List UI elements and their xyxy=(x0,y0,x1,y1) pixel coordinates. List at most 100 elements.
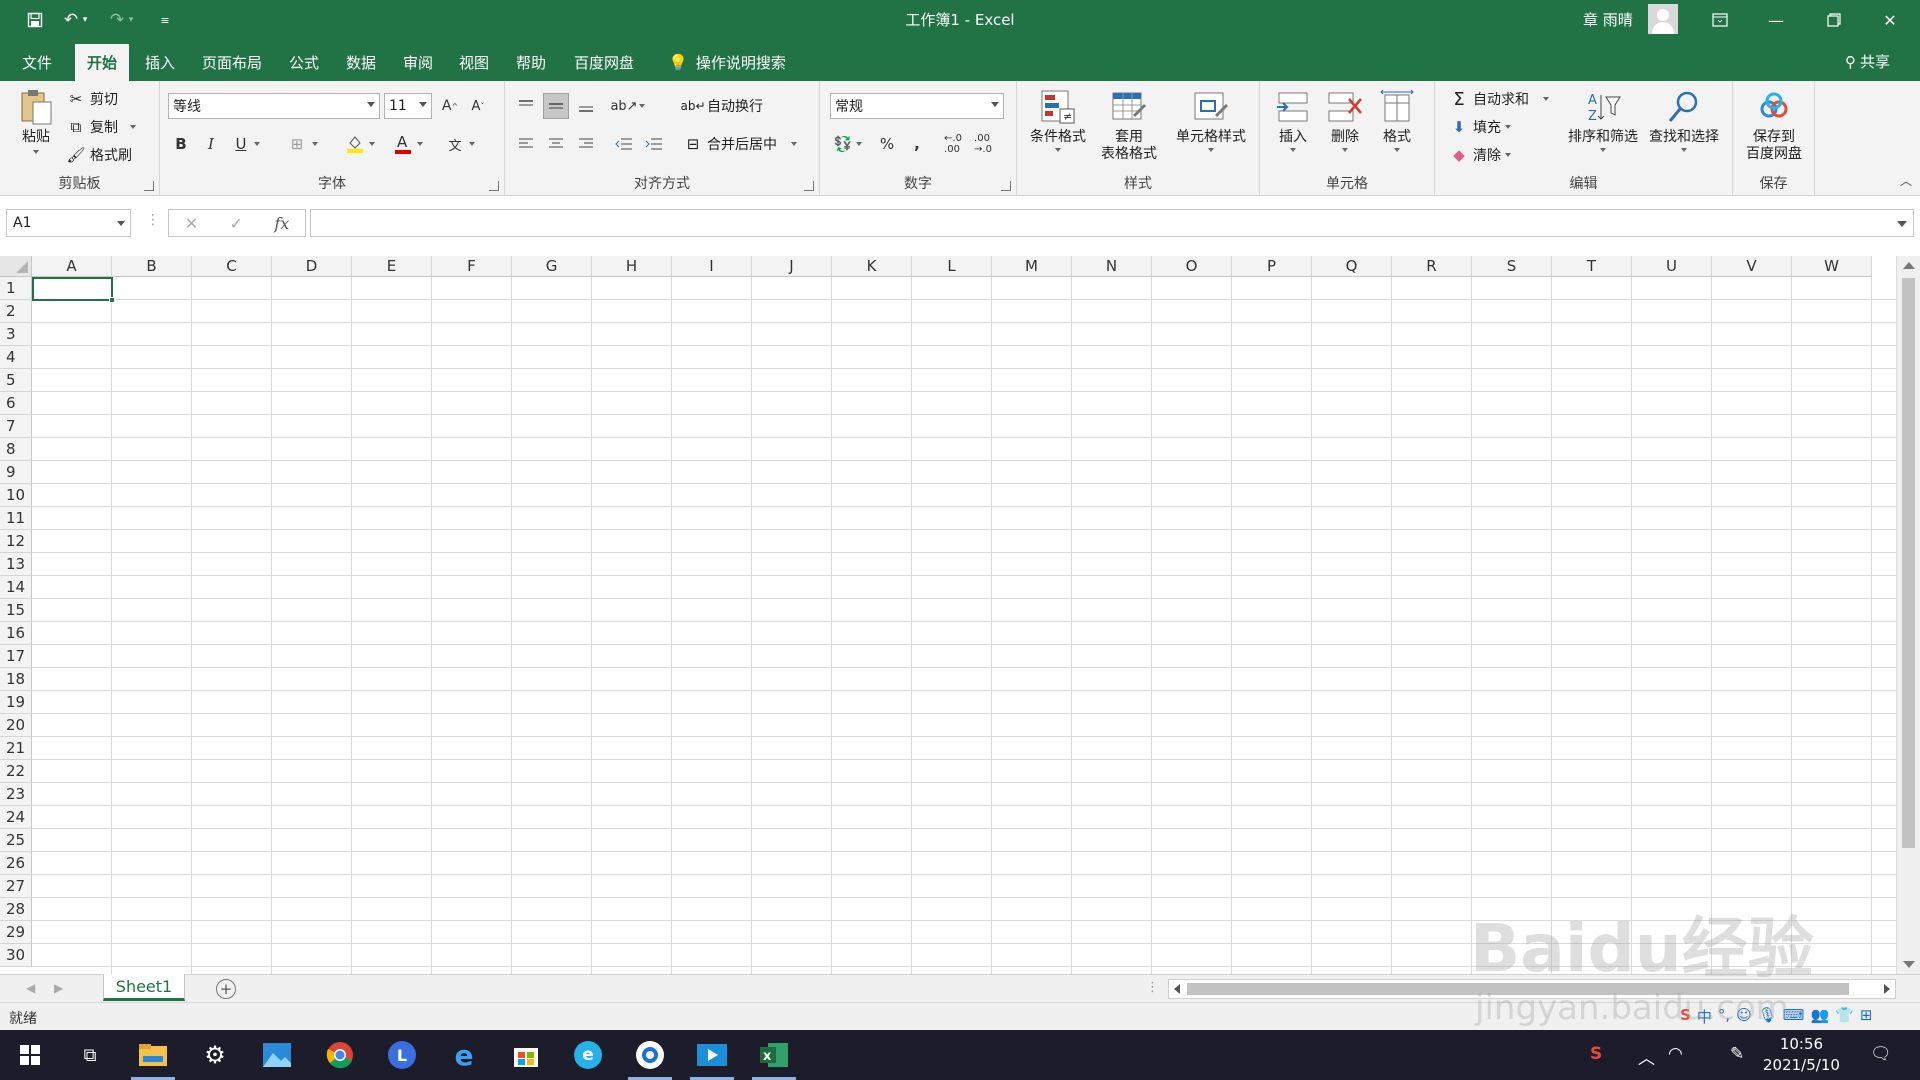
tab-data[interactable]: 数据 xyxy=(334,44,388,81)
font-name-select[interactable]: 等线 xyxy=(168,93,380,119)
fill-button[interactable]: ⬇ 填充 xyxy=(1449,117,1511,137)
tab-split-grip-icon[interactable]: ⋮ xyxy=(1146,980,1159,995)
browser-e-icon[interactable]: e xyxy=(562,1030,614,1080)
row-header[interactable]: 13 xyxy=(0,553,32,576)
column-header[interactable]: F xyxy=(432,256,512,277)
row-header[interactable]: 10 xyxy=(0,484,32,507)
currency-dropdown-icon[interactable] xyxy=(852,131,866,157)
task-view-icon[interactable]: ⧉ xyxy=(64,1030,116,1080)
increase-font-size-icon[interactable]: A ^ xyxy=(437,93,463,119)
format-cells-button[interactable]: 格式 xyxy=(1374,87,1420,152)
formula-input[interactable] xyxy=(310,209,1914,237)
fill-color-dropdown-icon[interactable] xyxy=(365,131,379,157)
ime-chinese-icon[interactable]: 中 xyxy=(1697,1006,1712,1027)
row-header[interactable]: 22 xyxy=(0,760,32,783)
cut-button[interactable]: ✂ 剪切 xyxy=(66,89,118,109)
ime-keyboard-icon[interactable]: ⌨ xyxy=(1783,1006,1805,1027)
row-header[interactable]: 9 xyxy=(0,461,32,484)
select-all-button[interactable] xyxy=(0,256,32,277)
ime-grid-icon[interactable]: ⊞ xyxy=(1860,1006,1873,1027)
ime-voice-icon[interactable]: 🎙 xyxy=(1758,1006,1777,1027)
clear-button[interactable]: ◆ 清除 xyxy=(1449,145,1511,165)
format-as-table-button[interactable]: 套用 表格格式 xyxy=(1091,87,1167,163)
row-header[interactable]: 6 xyxy=(0,392,32,415)
ime-skin-icon[interactable]: 👕 xyxy=(1835,1006,1854,1027)
name-box[interactable]: A1 xyxy=(6,209,131,237)
sogou-icon[interactable]: S xyxy=(1680,1006,1691,1027)
active-cell[interactable] xyxy=(32,277,113,301)
column-header[interactable]: J xyxy=(752,256,832,277)
cancel-icon[interactable]: ✕ xyxy=(185,214,198,233)
formula-bar-grip-icon[interactable]: ⋮ xyxy=(146,212,160,228)
row-header[interactable]: 24 xyxy=(0,806,32,829)
column-header[interactable]: B xyxy=(112,256,192,277)
insert-function-icon[interactable]: fx xyxy=(274,214,289,233)
tab-page-layout[interactable]: 页面布局 xyxy=(190,44,274,81)
bold-button[interactable]: B xyxy=(168,131,194,157)
vertical-scrollbar[interactable] xyxy=(1896,256,1920,974)
font-size-select[interactable]: 11 xyxy=(384,93,432,119)
enter-icon[interactable]: ✓ xyxy=(230,214,243,233)
windows-start-icon[interactable] xyxy=(4,1030,56,1080)
row-header[interactable]: 1 xyxy=(0,277,32,300)
ime-user-icon[interactable]: 👥 xyxy=(1810,1006,1829,1027)
column-header[interactable]: D xyxy=(272,256,352,277)
show-hidden-icons-icon[interactable]: ︿ xyxy=(1638,1044,1655,1069)
conditional-formatting-button[interactable]: ≠ 条件格式 xyxy=(1027,87,1089,152)
restore-icon[interactable] xyxy=(1806,0,1862,40)
tab-view[interactable]: 视图 xyxy=(447,44,501,81)
tab-file[interactable]: 文件 xyxy=(10,44,64,81)
user-name[interactable]: 章 雨晴 xyxy=(1583,9,1633,30)
column-header[interactable]: Q xyxy=(1312,256,1392,277)
vertical-scroll-thumb[interactable] xyxy=(1902,278,1915,848)
network-icon[interactable]: ◠ xyxy=(1668,1044,1683,1064)
store-icon[interactable] xyxy=(500,1030,552,1080)
number-format-select[interactable]: 常规 xyxy=(830,93,1004,119)
increase-decimal-icon[interactable]: ←.0.00 xyxy=(940,131,966,157)
wrap-text-button[interactable]: ab↵ 自动换行 xyxy=(680,96,763,116)
merge-center-button[interactable]: ⊟ 合并后居中 xyxy=(683,134,797,154)
alignment-dialog-launcher-icon[interactable] xyxy=(804,181,814,191)
column-header[interactable]: G xyxy=(512,256,592,277)
row-header[interactable]: 12 xyxy=(0,530,32,553)
column-header[interactable]: K xyxy=(832,256,912,277)
italic-button[interactable]: I xyxy=(198,131,224,157)
comma-style-icon[interactable]: , xyxy=(904,131,930,157)
next-sheet-icon[interactable]: ▶ xyxy=(54,981,63,995)
font-color-dropdown-icon[interactable] xyxy=(413,131,427,157)
scroll-right-icon[interactable] xyxy=(1884,984,1890,994)
number-dialog-launcher-icon[interactable] xyxy=(1001,181,1011,191)
insert-cells-button[interactable]: 插入 xyxy=(1270,87,1316,152)
row-header[interactable]: 23 xyxy=(0,783,32,806)
row-header[interactable]: 25 xyxy=(0,829,32,852)
scroll-up-icon[interactable] xyxy=(1903,262,1915,269)
decrease-indent-icon[interactable] xyxy=(611,131,637,157)
internet-explorer-icon[interactable]: e xyxy=(438,1030,490,1080)
media-player-icon[interactable] xyxy=(686,1030,738,1080)
percent-style-icon[interactable]: % xyxy=(874,131,900,157)
sogou-tray-icon[interactable]: S xyxy=(1590,1044,1602,1064)
row-header[interactable]: 5 xyxy=(0,369,32,392)
column-header[interactable]: S xyxy=(1472,256,1552,277)
avatar[interactable] xyxy=(1648,4,1678,34)
row-header[interactable]: 20 xyxy=(0,714,32,737)
row-header[interactable]: 19 xyxy=(0,691,32,714)
row-header[interactable]: 26 xyxy=(0,852,32,875)
file-explorer-icon[interactable] xyxy=(127,1030,179,1080)
increase-indent-icon[interactable] xyxy=(641,131,667,157)
delete-cells-button[interactable]: 删除 xyxy=(1322,87,1368,152)
horizontal-scroll-thumb[interactable] xyxy=(1187,983,1849,995)
clipboard-dialog-launcher-icon[interactable] xyxy=(144,181,154,191)
align-right-icon[interactable] xyxy=(573,131,599,157)
minimize-icon[interactable]: — xyxy=(1748,0,1804,40)
sheet-tab-sheet1[interactable]: Sheet1 xyxy=(103,974,185,1001)
scroll-down-icon[interactable] xyxy=(1903,961,1915,968)
find-select-button[interactable]: 查找和选择 xyxy=(1643,87,1725,152)
row-header[interactable]: 21 xyxy=(0,737,32,760)
share-button[interactable]: ⚲ 共享 xyxy=(1845,51,1890,72)
autosum-button[interactable]: Σ 自动求和 xyxy=(1449,89,1549,110)
copy-button[interactable]: ⧉ 复制 xyxy=(66,117,136,137)
decrease-font-size-icon[interactable]: Aˇ xyxy=(465,93,491,119)
column-header[interactable]: C xyxy=(192,256,272,277)
sort-filter-button[interactable]: AZ 排序和筛选 xyxy=(1563,87,1643,152)
